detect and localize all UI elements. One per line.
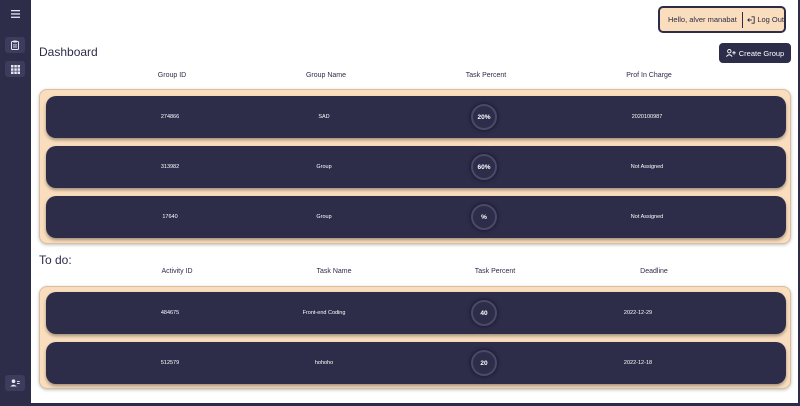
dashboard-header: Group ID Group Name Task Percent Prof In… bbox=[31, 72, 798, 84]
column-header: Group Name bbox=[305, 72, 347, 79]
clipboard-icon[interactable] bbox=[5, 37, 25, 53]
column-header: Task Name bbox=[316, 268, 352, 275]
sidebar bbox=[0, 0, 31, 406]
task-percent-badge: % bbox=[471, 204, 497, 230]
group-id: 17640 bbox=[162, 214, 178, 220]
dashboard-title: Dashboard bbox=[39, 45, 98, 59]
task-name: Front-end Coding bbox=[302, 310, 346, 316]
group-row[interactable]: 274866 SAD 20% 2020100987 bbox=[46, 96, 786, 138]
todo-title: To do: bbox=[39, 253, 72, 267]
group-name: Group bbox=[316, 164, 332, 170]
create-group-button[interactable]: Create Group bbox=[719, 43, 791, 63]
task-percent-badge: 60% bbox=[471, 154, 497, 180]
group-row[interactable]: 313982 Group 60% Not Assigned bbox=[46, 146, 786, 188]
create-group-label: Create Group bbox=[738, 48, 785, 58]
users-icon[interactable] bbox=[5, 375, 25, 391]
prof-in-charge: Not Assigned bbox=[630, 164, 664, 170]
deadline: 2022-12-18 bbox=[623, 360, 653, 366]
task-percent-badge: 40 bbox=[471, 300, 497, 326]
group-id: 274866 bbox=[160, 114, 180, 120]
logout-button[interactable]: Log Out bbox=[743, 15, 784, 24]
prof-in-charge: Not Assigned bbox=[630, 214, 664, 220]
group-row[interactable]: 17640 Group % Not Assigned bbox=[46, 196, 786, 238]
column-header: Deadline bbox=[640, 268, 668, 275]
grid-icon[interactable] bbox=[5, 61, 25, 77]
task-name: hohoho bbox=[314, 360, 334, 366]
todo-header: Activity ID Task Name Task Percent Deadl… bbox=[31, 268, 798, 280]
activity-id: 484675 bbox=[160, 310, 180, 316]
menu-icon[interactable] bbox=[5, 6, 25, 22]
task-row[interactable]: 484675 Front-end Coding 40 2022-12-29 bbox=[46, 292, 786, 334]
groups-panel: 274866 SAD 20% 2020100987 313982 Group 6… bbox=[39, 89, 791, 244]
task-row[interactable]: 512579 hohoho 20 2022-12-18 bbox=[46, 342, 786, 384]
group-name: Group bbox=[316, 214, 332, 220]
task-percent-badge: 20 bbox=[471, 350, 497, 376]
user-box: Hello, alver manabat Log Out bbox=[658, 6, 786, 33]
prof-in-charge: 2020100987 bbox=[631, 114, 663, 120]
todo-panel: 484675 Front-end Coding 40 2022-12-29 51… bbox=[39, 286, 791, 389]
column-header: Activity ID bbox=[161, 268, 193, 275]
group-id: 313982 bbox=[160, 164, 180, 170]
greeting-text: Hello, alver manabat bbox=[668, 15, 737, 24]
activity-id: 512579 bbox=[160, 360, 180, 366]
logout-icon bbox=[747, 15, 755, 24]
main-content: Hello, alver manabat Log Out Dashboard C… bbox=[31, 0, 798, 403]
add-user-icon bbox=[725, 49, 736, 57]
group-name: SAD bbox=[318, 114, 330, 120]
column-header: Task Percent bbox=[465, 72, 507, 79]
column-header: Group ID bbox=[157, 72, 187, 79]
deadline: 2022-12-29 bbox=[623, 310, 653, 316]
logout-label: Log Out bbox=[757, 15, 784, 24]
column-header: Prof In Charge bbox=[626, 72, 672, 79]
task-percent-badge: 20% bbox=[471, 104, 497, 130]
column-header: Task Percent bbox=[474, 268, 516, 275]
